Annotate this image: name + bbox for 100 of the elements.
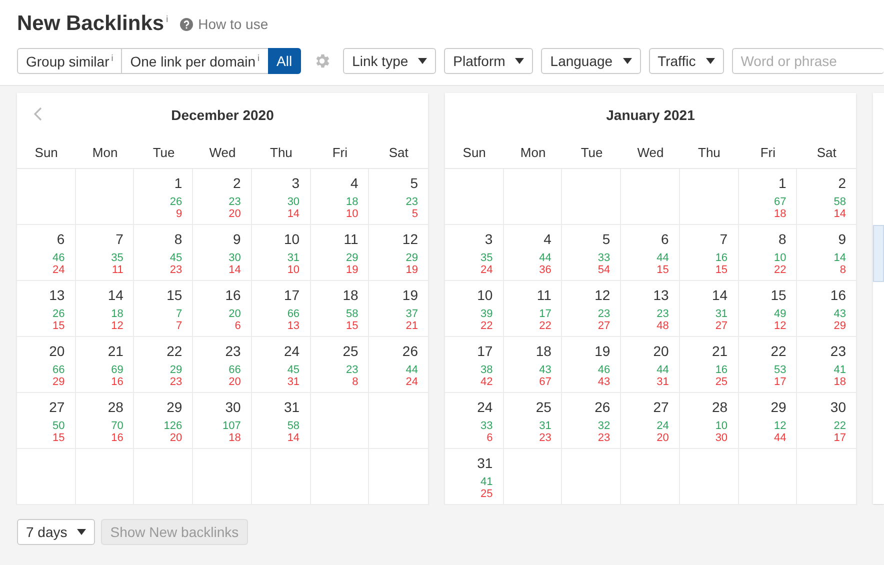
new-count: 38 bbox=[480, 364, 493, 376]
period-dropdown[interactable]: 7 days bbox=[17, 519, 96, 545]
day-cell[interactable]: 15 7 7 bbox=[134, 281, 194, 337]
day-cell[interactable]: 1 26 9 bbox=[134, 169, 194, 225]
day-cell[interactable]: 31 41 25 bbox=[445, 449, 504, 505]
day-cell[interactable]: 22 53 17 bbox=[738, 337, 798, 393]
day-cell[interactable]: 8 10 22 bbox=[738, 225, 798, 281]
day-number: 24 bbox=[284, 343, 300, 359]
filter-dropdown[interactable]: Language bbox=[541, 48, 641, 74]
filter-dropdown[interactable]: Traffic bbox=[648, 48, 724, 74]
day-cell[interactable]: 16 20 6 bbox=[193, 281, 252, 337]
day-cell[interactable]: 20 44 31 bbox=[621, 337, 680, 393]
day-cell[interactable]: 5 33 54 bbox=[562, 225, 622, 281]
new-count: 45 bbox=[287, 364, 300, 376]
new-count: 46 bbox=[598, 364, 610, 376]
mode-toggle[interactable]: Group similar$^{i}$ bbox=[17, 48, 122, 74]
day-cell[interactable]: 3 30 14 bbox=[252, 169, 311, 225]
day-cell[interactable]: 28 10 30 bbox=[680, 393, 739, 449]
day-cell[interactable]: 6 46 24 bbox=[17, 225, 76, 281]
day-cell[interactable]: 7 16 15 bbox=[680, 225, 739, 281]
weekday-label: Thu bbox=[680, 137, 739, 169]
day-cell[interactable]: 11 17 22 bbox=[504, 281, 562, 337]
day-cell[interactable]: 28 70 16 bbox=[76, 393, 134, 449]
day-cell[interactable]: 16 43 29 bbox=[797, 281, 856, 337]
day-cell[interactable]: 15 49 12 bbox=[738, 281, 798, 337]
lost-count: 8 bbox=[352, 376, 358, 388]
day-cell[interactable]: 13 23 48 bbox=[621, 281, 680, 337]
day-number: 14 bbox=[712, 287, 728, 303]
day-cell[interactable]: 4 44 36 bbox=[504, 225, 562, 281]
day-cell[interactable]: 23 66 20 bbox=[193, 337, 252, 393]
day-cell[interactable]: 5 23 5 bbox=[369, 169, 428, 225]
previous-month-button[interactable] bbox=[33, 107, 42, 121]
day-cell[interactable]: 7 35 11 bbox=[76, 225, 134, 281]
day-cell[interactable]: 20 66 29 bbox=[17, 337, 76, 393]
day-cell[interactable]: 24 45 31 bbox=[252, 337, 311, 393]
mode-toggle[interactable]: All bbox=[268, 48, 302, 74]
filter-dropdown[interactable]: Platform bbox=[444, 48, 534, 74]
new-count: 44 bbox=[656, 364, 669, 376]
day-cell[interactable]: 3 35 24 bbox=[445, 225, 504, 281]
search-field[interactable]: Word or phrase bbox=[732, 48, 884, 74]
day-cell[interactable]: 30 107 18 bbox=[193, 393, 252, 449]
lost-count: 36 bbox=[539, 264, 552, 276]
new-count: 12 bbox=[774, 420, 786, 432]
day-cell[interactable]: 10 31 10 bbox=[252, 225, 311, 281]
day-cell[interactable]: 22 29 23 bbox=[134, 337, 194, 393]
day-cell[interactable]: 31 58 14 bbox=[252, 393, 311, 449]
day-number: 13 bbox=[49, 287, 65, 303]
day-number: 6 bbox=[56, 231, 65, 247]
day-cell[interactable]: 18 43 67 bbox=[504, 337, 562, 393]
day-cell[interactable]: 19 37 21 bbox=[369, 281, 428, 337]
day-cell[interactable]: 12 23 27 bbox=[562, 281, 622, 337]
lost-count: 42 bbox=[480, 376, 493, 388]
day-cell[interactable]: 6 44 15 bbox=[621, 225, 680, 281]
lost-count: 31 bbox=[656, 376, 669, 388]
new-count: 26 bbox=[170, 196, 182, 208]
day-cell[interactable]: 27 24 20 bbox=[621, 393, 680, 449]
lost-count: 18 bbox=[834, 376, 846, 388]
day-cell[interactable]: 26 32 23 bbox=[562, 393, 622, 449]
day-cell[interactable]: 29 126 20 bbox=[134, 393, 194, 449]
day-cell[interactable]: 18 58 15 bbox=[310, 281, 370, 337]
weekday-label: Wed bbox=[193, 137, 252, 169]
day-cell[interactable]: 25 23 8 bbox=[310, 337, 370, 393]
day-cell[interactable]: 8 45 23 bbox=[134, 225, 194, 281]
mode-toggle[interactable]: One link per domain$^{i}$ bbox=[121, 48, 269, 74]
day-cell[interactable]: 9 14 8 bbox=[797, 225, 856, 281]
day-cell[interactable]: 10 39 22 bbox=[445, 281, 504, 337]
day-cell[interactable]: 30 22 17 bbox=[797, 393, 856, 449]
day-cell[interactable]: 12 29 19 bbox=[369, 225, 428, 281]
new-count: 58 bbox=[834, 196, 846, 208]
day-cell[interactable]: 17 38 42 bbox=[445, 337, 504, 393]
day-cell[interactable]: 23 41 18 bbox=[797, 337, 856, 393]
day-cell[interactable]: 9 30 14 bbox=[193, 225, 252, 281]
day-cell[interactable]: 26 44 24 bbox=[369, 337, 428, 393]
day-cell[interactable]: 25 31 23 bbox=[504, 393, 562, 449]
caret-icon bbox=[77, 529, 86, 535]
day-cell[interactable]: 21 69 16 bbox=[76, 337, 134, 393]
day-cell[interactable]: 24 33 6 bbox=[445, 393, 504, 449]
day-cell[interactable]: 13 26 15 bbox=[17, 281, 76, 337]
day-cell[interactable]: 1 67 18 bbox=[738, 169, 798, 225]
day-cell[interactable]: 14 18 12 bbox=[76, 281, 134, 337]
caret-icon bbox=[418, 58, 428, 64]
filter-dropdown[interactable]: Link type bbox=[343, 48, 436, 74]
help-link[interactable]: How to use bbox=[180, 16, 268, 32]
day-cell[interactable]: 17 66 13 bbox=[252, 281, 311, 337]
day-number: 9 bbox=[838, 231, 846, 247]
day-cell[interactable]: 21 16 25 bbox=[680, 337, 739, 393]
day-cell[interactable]: 19 46 43 bbox=[562, 337, 622, 393]
new-count: 31 bbox=[715, 308, 728, 320]
day-number: 22 bbox=[166, 343, 182, 359]
day-cell[interactable]: 2 58 14 bbox=[797, 169, 856, 225]
day-cell[interactable]: 27 50 15 bbox=[17, 393, 76, 449]
page-title: New Backlinks$^{i}$ bbox=[17, 12, 168, 36]
day-cell[interactable]: 29 12 44 bbox=[738, 393, 798, 449]
day-cell[interactable]: 2 23 20 bbox=[193, 169, 252, 225]
day-cell[interactable]: 14 31 27 bbox=[680, 281, 739, 337]
new-count: 18 bbox=[346, 196, 358, 208]
day-number: 1 bbox=[174, 175, 182, 191]
day-cell[interactable]: 4 18 10 bbox=[310, 169, 370, 225]
day-number: 29 bbox=[166, 399, 182, 415]
day-cell[interactable]: 11 29 19 bbox=[310, 225, 370, 281]
